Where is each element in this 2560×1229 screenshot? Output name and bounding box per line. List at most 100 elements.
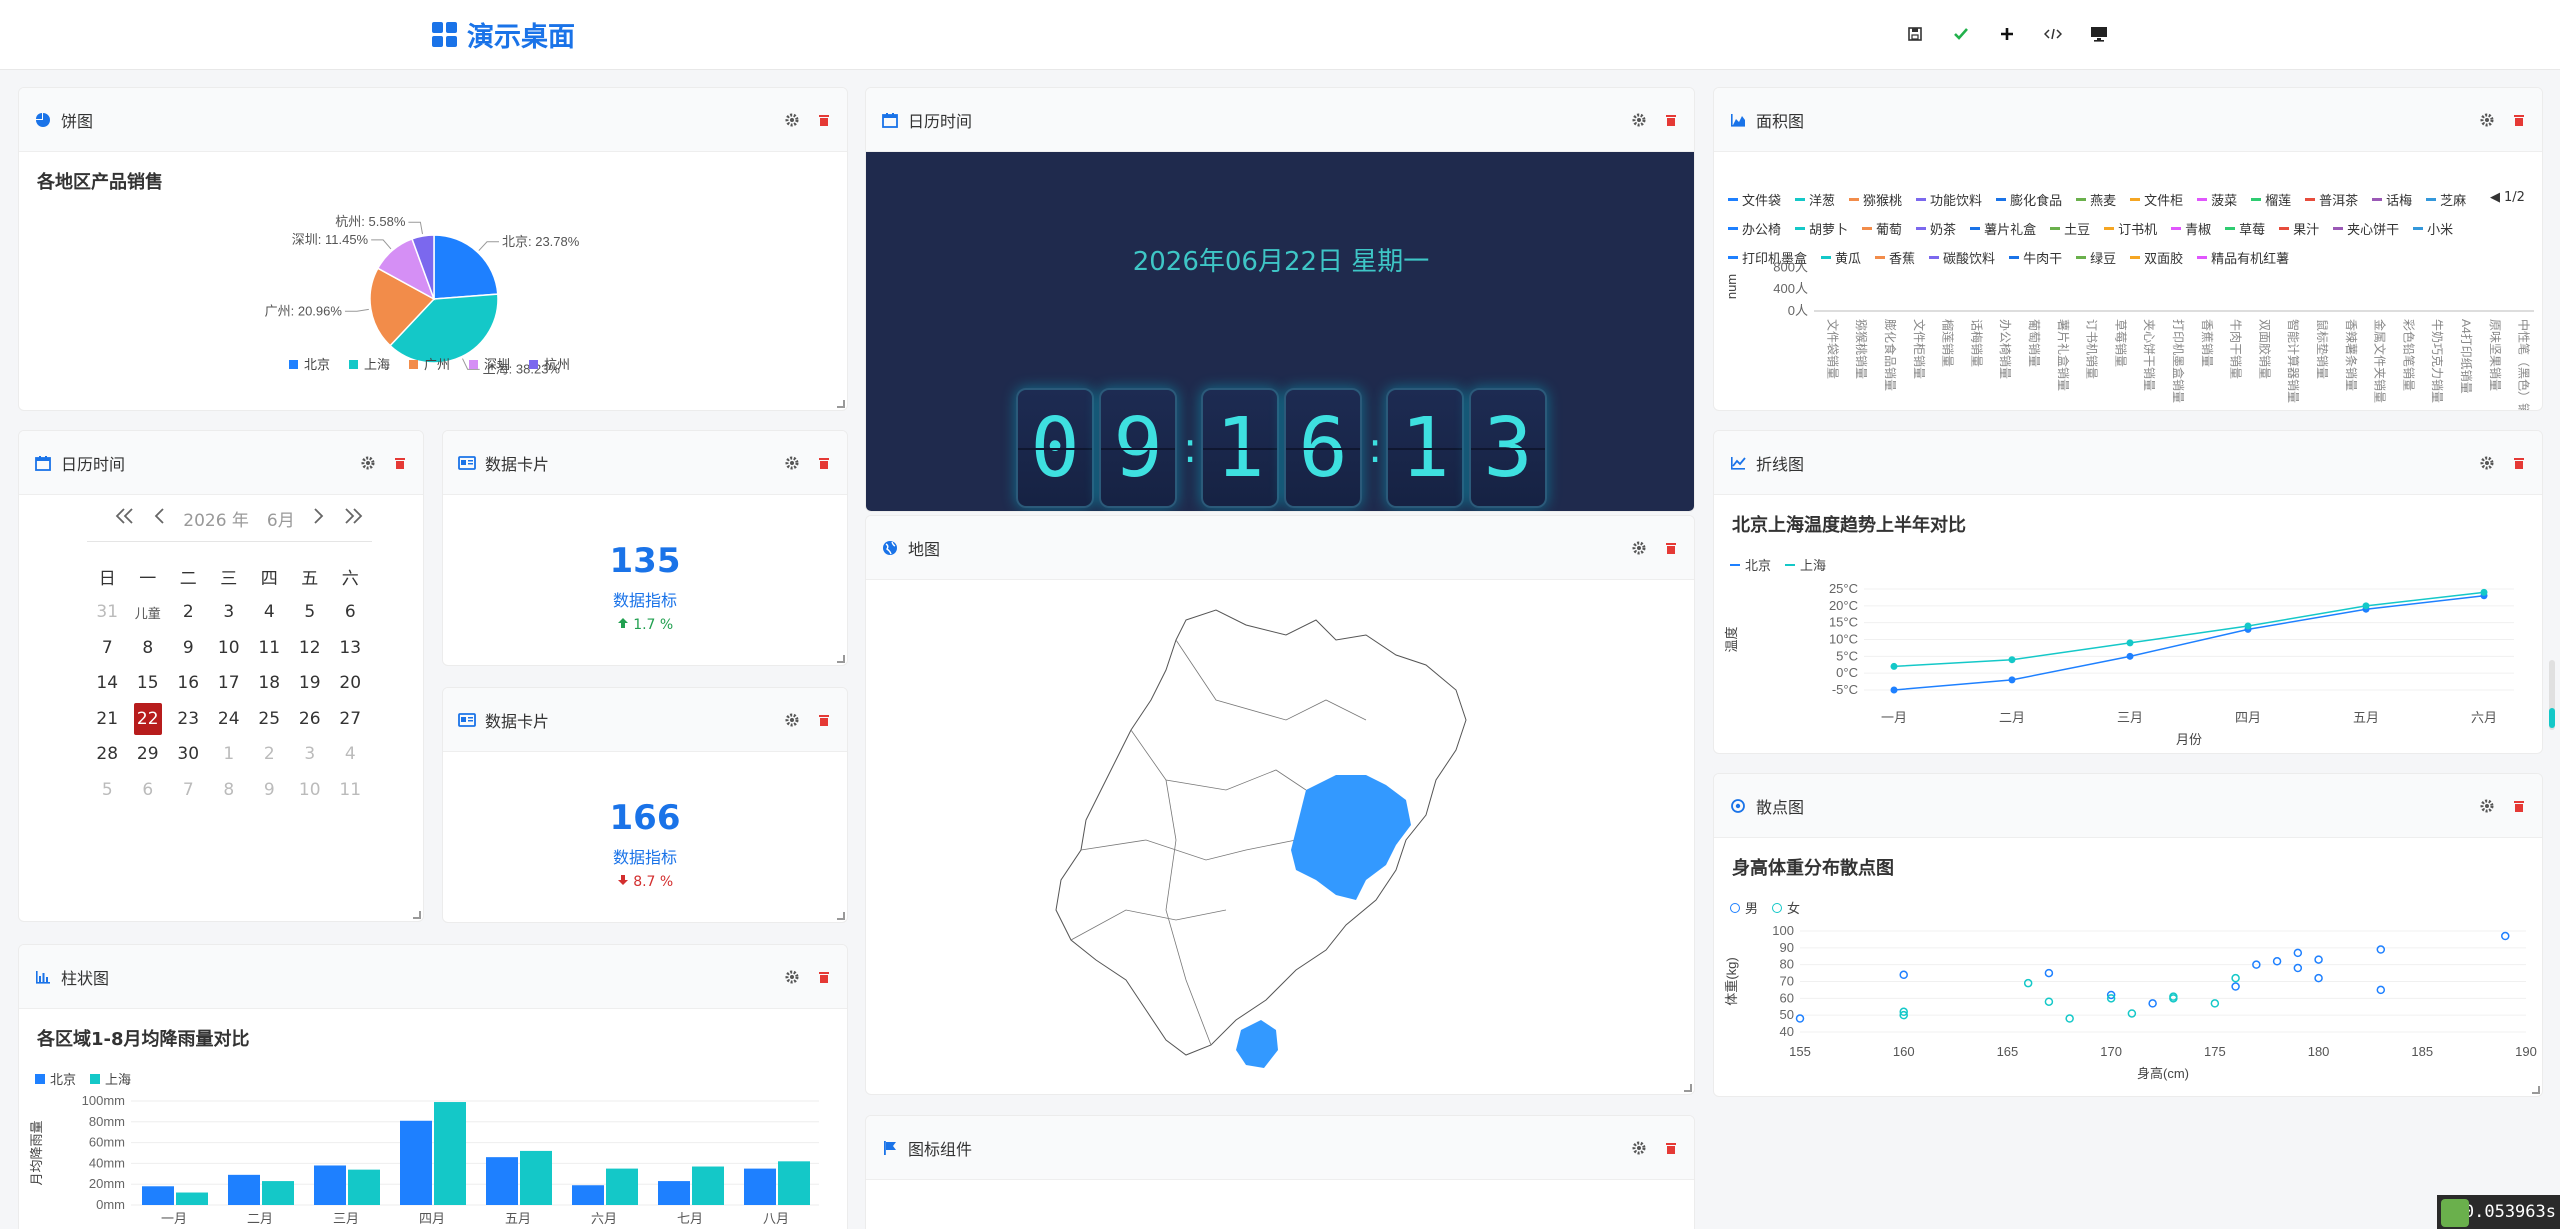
x-tick-label: 智能计算器销量 xyxy=(2286,319,2301,403)
calendar-day[interactable]: 15 xyxy=(128,666,169,702)
calendar-day[interactable]: 4 xyxy=(249,595,290,631)
calendar-day[interactable]: 3 xyxy=(290,737,331,773)
calendar-day[interactable]: 31 xyxy=(87,595,128,631)
calendar-day[interactable]: 7 xyxy=(168,772,209,808)
calendar-day[interactable]: 6 xyxy=(330,595,371,631)
calendar-day[interactable]: 5 xyxy=(290,595,331,631)
calendar-day[interactable]: 29 xyxy=(128,737,169,773)
legend-swatch xyxy=(529,360,538,369)
top-bar: 演示桌面 xyxy=(0,0,2560,70)
calendar-day[interactable]: 10 xyxy=(209,630,250,666)
preview-button[interactable] xyxy=(2084,20,2114,48)
add-button[interactable] xyxy=(1992,20,2022,48)
calendar-day[interactable]: 4 xyxy=(330,737,371,773)
calendar-day[interactable]: 8 xyxy=(128,630,169,666)
bar xyxy=(228,1174,260,1205)
calendar-day[interactable]: 9 xyxy=(168,630,209,666)
resize-handle[interactable] xyxy=(2532,1086,2540,1094)
scatter-point xyxy=(2231,973,2240,983)
resize-handle[interactable] xyxy=(837,655,845,663)
calendar-grid: 日一二三四五六 31 儿童 2 3 4 5 6 7 8 9 10 11 12 13 14 15 16 17 18 19 2… xyxy=(87,559,371,808)
resize-handle[interactable] xyxy=(837,400,845,408)
calendar-day[interactable]: 16 xyxy=(168,666,209,702)
calendar-day[interactable]: 12 xyxy=(290,630,331,666)
calendar-day[interactable]: 27 xyxy=(330,701,371,737)
trash-icon xyxy=(819,457,829,469)
calendar-day[interactable]: 10 xyxy=(290,772,331,808)
delete-button[interactable] xyxy=(815,454,833,472)
code-button[interactable] xyxy=(2038,20,2068,48)
calendar-day[interactable]: 儿童 xyxy=(128,595,169,631)
stat-change-value: 1.7 % xyxy=(633,617,674,633)
scatter-point xyxy=(2023,978,2033,988)
y-tick-label: 60mm xyxy=(89,1135,125,1150)
settings-button[interactable] xyxy=(783,454,801,472)
calendar-day[interactable]: 2 xyxy=(168,595,209,631)
calendar-day[interactable]: 8 xyxy=(209,772,250,808)
calendar-day[interactable]: 28 xyxy=(87,737,128,773)
settings-button[interactable] xyxy=(1630,1139,1648,1157)
settings-button[interactable] xyxy=(1630,539,1648,557)
calendar-day[interactable]: 25 xyxy=(249,701,290,737)
calendar-day[interactable]: 2 xyxy=(249,737,290,773)
calendar-day[interactable]: 3 xyxy=(209,595,250,631)
calendar-day[interactable]: 21 xyxy=(87,701,128,737)
delete-button[interactable] xyxy=(1662,1139,1680,1157)
calendar-day[interactable]: 13 xyxy=(330,630,371,666)
calendar-day[interactable]: 26 xyxy=(290,701,331,737)
delete-button[interactable] xyxy=(815,711,833,729)
weekday-header: 一 xyxy=(139,569,157,590)
y-tick-label: 100 xyxy=(1772,923,1794,938)
y-tick-label: 25°C xyxy=(1829,581,1858,596)
calendar-day[interactable]: 24 xyxy=(209,701,250,737)
y-tick-label: 800人 xyxy=(1773,259,1808,274)
calendar-day[interactable]: 19 xyxy=(290,666,331,702)
calendar-day[interactable]: 17 xyxy=(209,666,250,702)
pie-slice xyxy=(433,234,499,300)
resize-handle[interactable] xyxy=(413,911,421,919)
id-card-icon xyxy=(457,453,477,473)
calendar-day[interactable]: 22 xyxy=(133,703,162,735)
confirm-button[interactable] xyxy=(1946,20,1976,48)
settings-button[interactable] xyxy=(783,111,801,129)
clock-panel-title: 日历时间 xyxy=(908,111,973,131)
x-tick-label: 牛奶巧克力销量 xyxy=(2430,319,2445,403)
calendar-day[interactable]: 9 xyxy=(249,772,290,808)
calendar-day[interactable]: 5 xyxy=(87,772,128,808)
legend-swatch xyxy=(289,360,298,369)
calendar-year[interactable]: 2026 年 xyxy=(183,506,249,531)
icons-panel: 图标组件 xyxy=(865,1115,1695,1229)
save-button[interactable] xyxy=(1900,20,1930,48)
next-month-button[interactable] xyxy=(313,507,325,530)
settings-button[interactable] xyxy=(359,454,377,472)
calendar-day[interactable]: 20 xyxy=(330,666,371,702)
map-region-highlight[interactable] xyxy=(1236,1020,1278,1068)
x-tick-label: 三月 xyxy=(2117,710,2143,725)
delete-button[interactable] xyxy=(1662,539,1680,557)
calendar-day[interactable]: 11 xyxy=(330,772,371,808)
calendar-day[interactable]: 1 xyxy=(209,737,250,773)
delete-button[interactable] xyxy=(391,454,409,472)
gear-icon xyxy=(785,113,799,126)
resize-handle[interactable] xyxy=(837,912,845,920)
settings-button[interactable] xyxy=(1630,111,1648,129)
y-tick-label: 400人 xyxy=(1773,281,1808,296)
calendar-day[interactable]: 23 xyxy=(168,701,209,737)
next-year-button[interactable] xyxy=(343,507,363,530)
data-point xyxy=(2244,622,2252,630)
prev-month-button[interactable] xyxy=(153,507,165,530)
delete-button[interactable] xyxy=(1662,111,1680,129)
calendar-day[interactable]: 30 xyxy=(168,737,209,773)
calendar-day[interactable]: 7 xyxy=(87,630,128,666)
calendar-day[interactable]: 18 xyxy=(249,666,290,702)
calendar-month[interactable]: 6月 xyxy=(267,506,295,531)
calendar-day[interactable]: 6 xyxy=(128,772,169,808)
scrollbar-thumb[interactable] xyxy=(2549,708,2555,728)
calendar-day[interactable]: 11 xyxy=(249,630,290,666)
settings-button[interactable] xyxy=(783,711,801,729)
prev-year-button[interactable] xyxy=(115,507,135,530)
delete-button[interactable] xyxy=(815,111,833,129)
calendar-day[interactable]: 14 xyxy=(87,666,128,702)
resize-handle[interactable] xyxy=(1684,1084,1692,1092)
bar xyxy=(572,1185,604,1205)
